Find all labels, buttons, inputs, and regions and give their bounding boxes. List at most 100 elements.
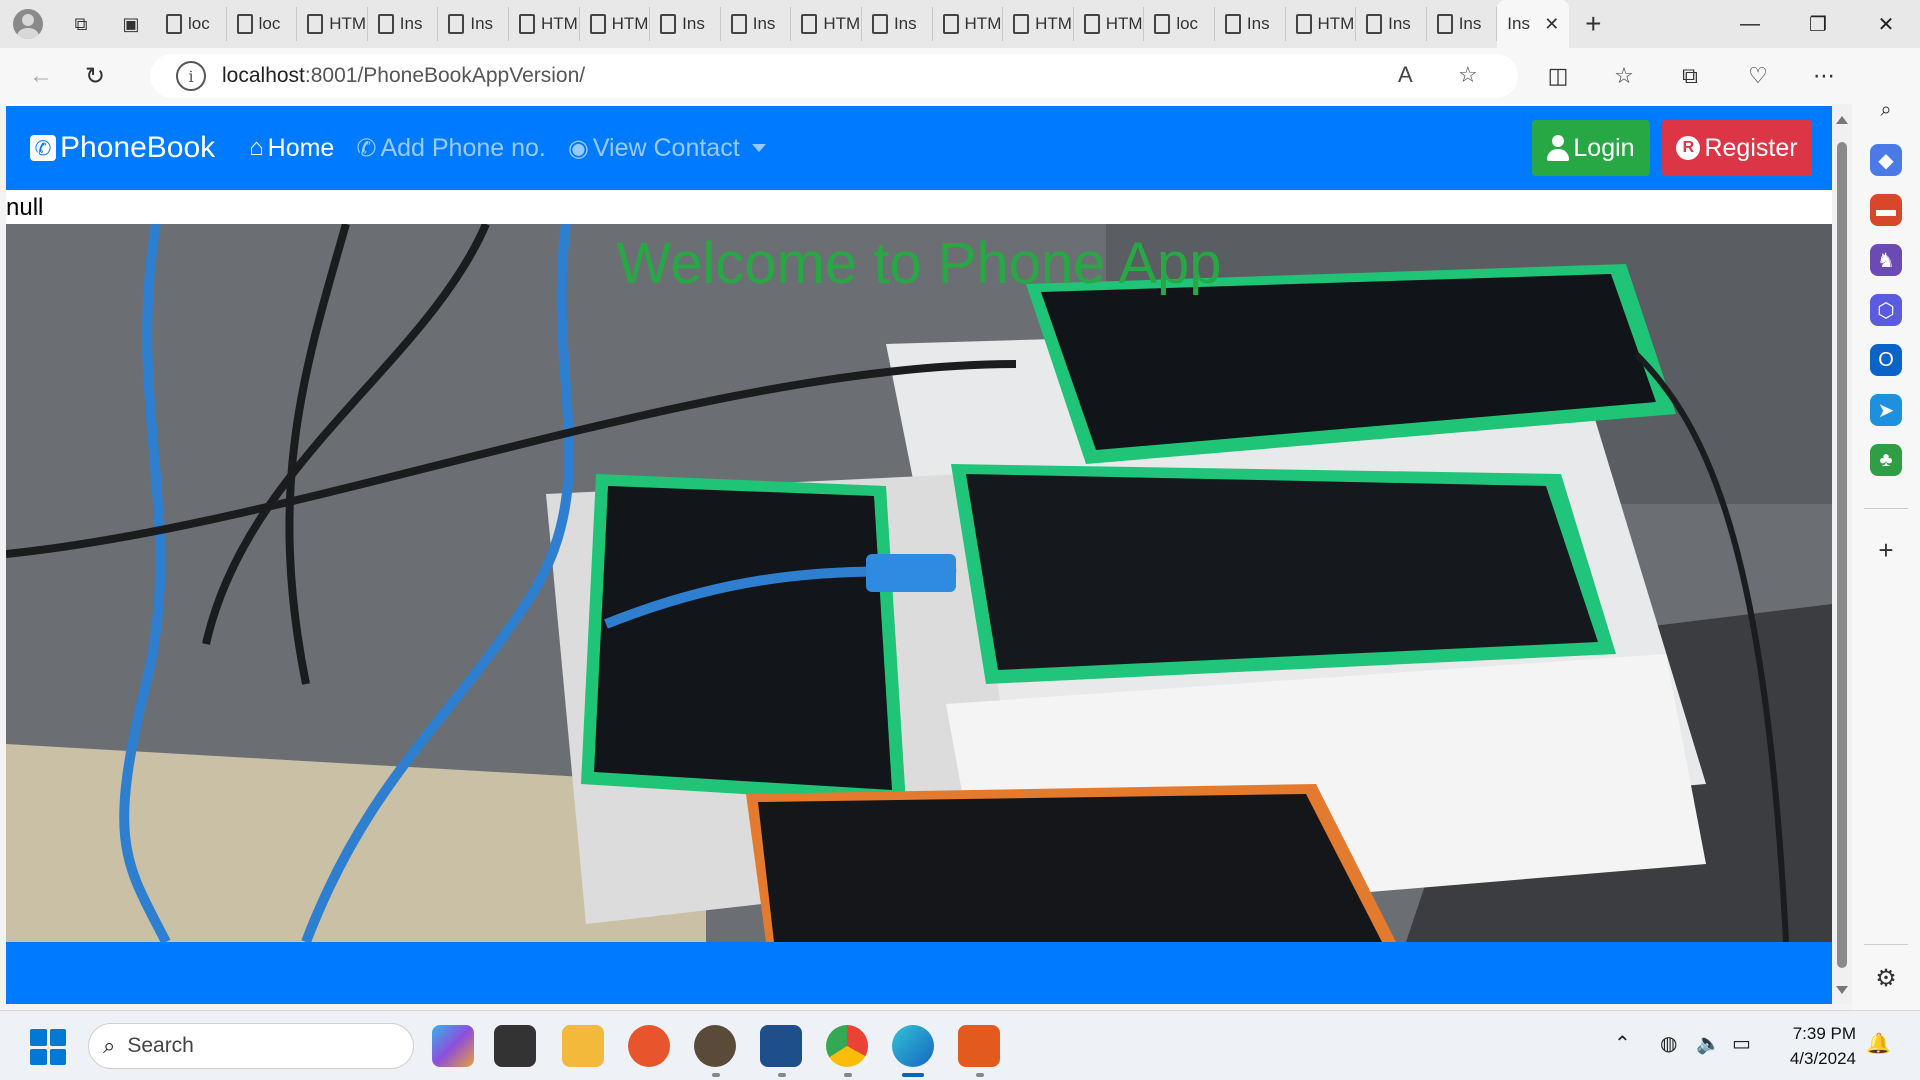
file-explorer-icon[interactable] — [562, 1025, 604, 1067]
notification-bell-icon[interactable]: 🔔 — [1866, 1031, 1891, 1056]
browser-tab[interactable]: HTML — [933, 7, 1004, 41]
favorite-star-icon[interactable]: ☆ — [1458, 62, 1478, 88]
search-icon[interactable]: ⌕ — [1870, 94, 1902, 126]
tab-list: loc loc HTML Ins Ins HTML HTML Ins Ins H… — [156, 0, 1570, 48]
back-arrow-icon[interactable]: ← — [14, 48, 68, 104]
split-screen-icon[interactable]: ◫ — [1528, 48, 1588, 104]
browser-tab[interactable]: Ins — [862, 7, 933, 41]
send-icon[interactable]: ➤ — [1870, 394, 1902, 426]
tab-label: Ins — [1388, 14, 1411, 33]
edge-icon[interactable] — [892, 1025, 934, 1067]
java-ide-icon[interactable] — [694, 1025, 736, 1067]
phone-icon: ✆ — [356, 134, 377, 162]
refresh-icon[interactable]: ↻ — [68, 48, 122, 104]
database-tool-icon[interactable] — [760, 1025, 802, 1067]
windows-taskbar: ⌕ Search ⌃ ◍ 🔈 ▭ 7:39 PM 4/3/2024 🔔 — [0, 1010, 1920, 1080]
close-tab-icon[interactable]: ✕ — [1544, 14, 1559, 35]
tab-label: Ins — [1246, 14, 1270, 33]
user-icon — [1547, 135, 1570, 161]
chevron-up-icon[interactable]: ⌃ — [1614, 1031, 1631, 1056]
taskbar-search[interactable]: ⌕ Search — [88, 1023, 414, 1069]
browser-tab[interactable]: Ins — [650, 7, 721, 41]
read-aloud-icon[interactable]: A — [1398, 62, 1413, 88]
favorites-icon[interactable]: ☆ — [1594, 48, 1654, 104]
null-output-text: null — [6, 194, 44, 221]
site-info-icon[interactable]: i — [176, 61, 206, 91]
outlook-icon[interactable]: O — [1870, 344, 1902, 376]
browser-tab[interactable]: Ins — [1215, 7, 1286, 41]
hero-title: Welcome to Phone App — [616, 231, 1222, 296]
task-view-icon[interactable] — [494, 1025, 536, 1067]
nav-add-phone[interactable]: ✆ Add Phone no. — [356, 134, 546, 163]
url-text[interactable]: localhost:8001/PhoneBookAppVersion/ — [222, 64, 585, 88]
restore-icon[interactable]: ❐ — [1784, 0, 1852, 48]
tab-label: HTML — [1035, 14, 1073, 33]
browser-tab[interactable]: HTML — [1286, 7, 1357, 41]
document-icon — [307, 14, 324, 34]
browser-tab[interactable]: Ins — [721, 7, 792, 41]
register-button[interactable]: R Register — [1662, 120, 1812, 176]
eye-icon: ◉ — [567, 134, 589, 162]
firefox-icon[interactable] — [628, 1025, 670, 1067]
system-clock[interactable]: 7:39 PM 4/3/2024 — [1770, 1021, 1856, 1071]
tab-label: loc — [188, 14, 210, 33]
browser-tab[interactable]: HTML — [1074, 7, 1145, 41]
browser-tab[interactable]: Ins — [1427, 7, 1498, 41]
tab-label: HTML — [611, 14, 650, 33]
document-icon — [660, 14, 677, 34]
browser-tab[interactable]: loc — [227, 7, 298, 41]
shopping-tag-icon[interactable]: ◆ — [1870, 144, 1902, 176]
more-menu-icon[interactable]: ⋯ — [1794, 48, 1854, 104]
browser-tab[interactable]: loc — [156, 7, 227, 41]
search-label: Search — [127, 1034, 194, 1057]
scrollbar-thumb[interactable] — [1837, 142, 1847, 968]
windows-start-icon[interactable] — [30, 1029, 66, 1065]
browser-tab[interactable]: HTML — [509, 7, 580, 41]
browser-tab-active[interactable]: Ins ✕ — [1497, 0, 1570, 48]
browser-essentials-icon[interactable]: ♡ — [1728, 48, 1788, 104]
login-button[interactable]: Login — [1532, 120, 1650, 176]
tree-icon[interactable]: ♣ — [1870, 444, 1902, 476]
close-window-icon[interactable]: ✕ — [1852, 0, 1920, 48]
browser-tab[interactable]: Ins — [368, 7, 439, 41]
microsoft-365-icon[interactable]: ⬡ — [1870, 294, 1902, 326]
browser-tab[interactable]: HTML — [297, 7, 368, 41]
scroll-down-icon[interactable] — [1836, 986, 1848, 994]
add-icon[interactable]: + — [1870, 534, 1902, 566]
chevron-down-icon — [751, 144, 766, 152]
tools-briefcase-icon[interactable]: ▬ — [1870, 194, 1902, 226]
browser-tab[interactable]: loc — [1144, 7, 1215, 41]
battery-icon[interactable]: ▭ — [1732, 1031, 1751, 1056]
tab-label: Ins — [752, 14, 776, 33]
collections-icon[interactable]: ⧉ — [1660, 48, 1720, 104]
network-globe-icon[interactable]: ◍ — [1660, 1031, 1677, 1056]
browser-tab[interactable]: HTML — [1003, 7, 1074, 41]
tomcat-icon[interactable] — [958, 1025, 1000, 1067]
volume-icon[interactable]: 🔈 — [1696, 1031, 1721, 1056]
browser-tab[interactable]: Ins — [438, 7, 509, 41]
minimize-icon[interactable]: — — [1716, 0, 1784, 48]
workspaces-icon[interactable]: ⧉ — [56, 0, 106, 48]
profile-button[interactable] — [0, 0, 56, 48]
chrome-icon[interactable] — [826, 1025, 868, 1067]
tab-actions-icon[interactable]: ▣ — [106, 0, 156, 48]
games-icon[interactable]: ♞ — [1870, 244, 1902, 276]
settings-gear-icon[interactable]: ⚙ — [1870, 962, 1902, 994]
tab-strip: ⧉ ▣ loc loc HTML Ins Ins HTML HTML Ins I… — [0, 0, 1920, 48]
browser-tab[interactable]: HTML — [791, 7, 862, 41]
nav-view-contact-dropdown[interactable]: ◉ View Contact — [568, 134, 766, 163]
footer-bar — [6, 942, 1832, 1004]
nav-home[interactable]: ⌂ Home — [249, 134, 334, 163]
scroll-up-icon[interactable] — [1836, 116, 1848, 124]
new-tab-button[interactable]: + — [1569, 0, 1617, 48]
browser-tab[interactable]: Ins — [1356, 7, 1427, 41]
tab-label: HTML — [823, 14, 861, 33]
nav-add-phone-label: Add Phone no. — [380, 133, 546, 162]
site-navbar: ✆ PhoneBook ⌂ Home ✆ Add Phone no. ◉ Vie… — [6, 106, 1832, 190]
page-scrollbar[interactable] — [1832, 104, 1852, 1004]
url-bar[interactable]: i localhost:8001/PhoneBookAppVersion/ A … — [150, 54, 1518, 98]
browser-tab[interactable]: HTML — [580, 7, 651, 41]
sidebar-divider — [1864, 508, 1908, 509]
copilot-app-icon[interactable] — [432, 1025, 474, 1067]
brand-link[interactable]: ✆ PhoneBook — [30, 131, 215, 165]
